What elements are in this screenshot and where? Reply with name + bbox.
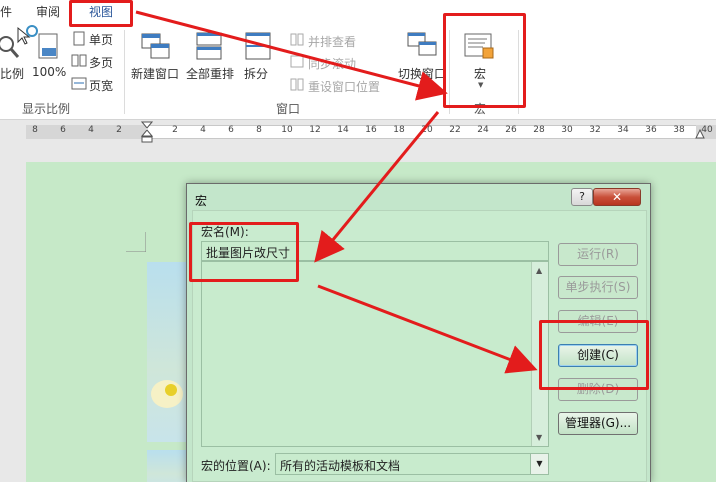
annotation-arrows [135, 10, 538, 374]
arrow-macro-to-name [314, 111, 440, 263]
arrow-name-to-create [317, 284, 538, 374]
word-window: 件 审阅 视图 比例 100% 单页 多页 页宽 显示比例 新建窗口 全部重排 … [0, 0, 716, 482]
arrow-view-to-macro [135, 10, 448, 101]
